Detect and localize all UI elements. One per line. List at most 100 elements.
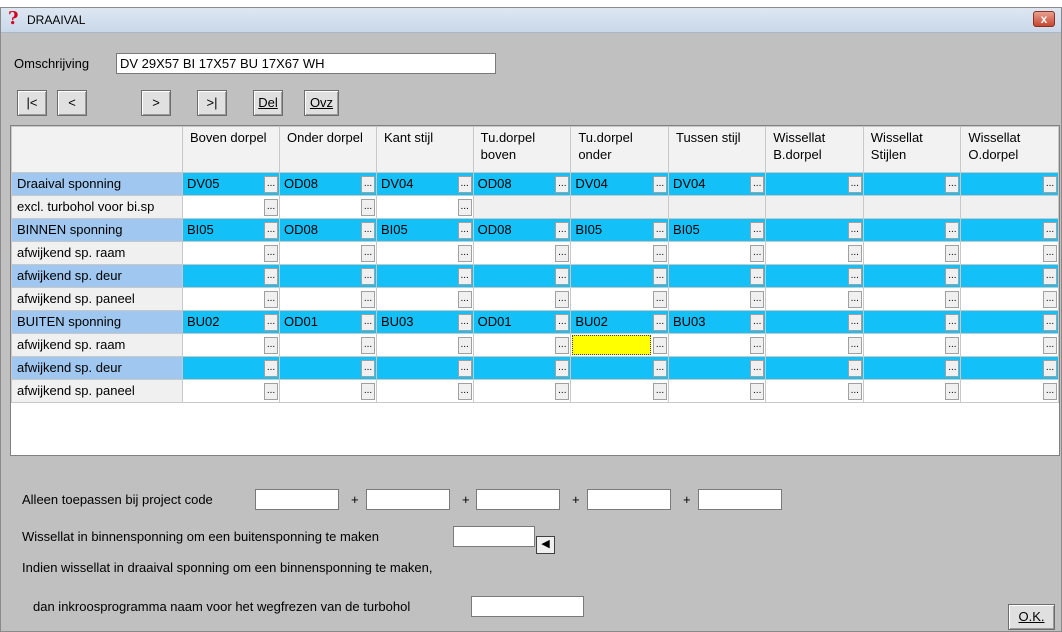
ellipsis-button[interactable]: ... bbox=[945, 268, 960, 285]
grid-cell[interactable]: ... bbox=[667, 379, 767, 403]
grid-cell[interactable] bbox=[960, 195, 1059, 219]
ellipsis-button[interactable]: ... bbox=[263, 291, 278, 308]
grid-cell[interactable]: ... bbox=[960, 379, 1059, 403]
grid-cell[interactable]: ... bbox=[667, 333, 767, 357]
ellipsis-button[interactable]: ... bbox=[555, 245, 570, 262]
ellipsis-button[interactable]: ... bbox=[652, 291, 667, 308]
ellipsis-button[interactable]: ... bbox=[847, 314, 862, 331]
grid-cell[interactable]: ... bbox=[960, 333, 1059, 357]
ellipsis-button[interactable]: ... bbox=[263, 245, 278, 262]
grid-cell[interactable]: ... bbox=[765, 287, 864, 311]
grid-cell[interactable]: ... bbox=[862, 333, 962, 357]
grid-cell[interactable]: OD08... bbox=[472, 218, 572, 242]
grid-cell[interactable]: ... bbox=[862, 241, 962, 265]
project-code-1[interactable] bbox=[255, 489, 339, 510]
ellipsis-button[interactable]: ... bbox=[263, 337, 278, 354]
grid-cell[interactable]: ... bbox=[278, 241, 377, 265]
ellipsis-button[interactable]: ... bbox=[360, 314, 375, 331]
ellipsis-button[interactable]: ... bbox=[652, 314, 667, 331]
grid-cell[interactable]: ... bbox=[960, 356, 1059, 380]
grid-cell[interactable]: ... bbox=[570, 333, 669, 357]
grid-cell[interactable]: ... bbox=[472, 356, 572, 380]
wissellat-binnen-field[interactable] bbox=[453, 526, 535, 547]
grid-cell[interactable]: DV04... bbox=[375, 172, 474, 196]
ok-button[interactable]: O.K. bbox=[1008, 604, 1055, 630]
grid-cell[interactable]: ... bbox=[862, 379, 962, 403]
grid-cell[interactable]: OD08... bbox=[278, 172, 377, 196]
ellipsis-button[interactable]: ... bbox=[847, 360, 862, 377]
arrow-left-icon[interactable]: ◀ bbox=[536, 536, 555, 554]
ellipsis-button[interactable]: ... bbox=[945, 245, 960, 262]
grid-cell[interactable]: ... bbox=[472, 241, 572, 265]
grid-cell[interactable]: ... bbox=[181, 379, 280, 403]
overview-button[interactable]: Ovz bbox=[304, 90, 339, 116]
ellipsis-button[interactable]: ... bbox=[847, 176, 862, 193]
grid-cell[interactable] bbox=[570, 195, 669, 219]
ellipsis-button[interactable]: ... bbox=[750, 314, 765, 331]
grid-cell[interactable]: ... bbox=[862, 264, 962, 288]
ellipsis-button[interactable]: ... bbox=[1043, 314, 1057, 331]
project-code-5[interactable] bbox=[698, 489, 782, 510]
ellipsis-button[interactable]: ... bbox=[555, 337, 570, 354]
grid-cell[interactable]: BU03... bbox=[667, 310, 767, 334]
ellipsis-button[interactable]: ... bbox=[360, 222, 375, 239]
ellipsis-button[interactable]: ... bbox=[750, 337, 765, 354]
inkroos-program-field[interactable] bbox=[471, 596, 584, 617]
grid-cell[interactable]: ... bbox=[181, 241, 280, 265]
ellipsis-button[interactable]: ... bbox=[945, 222, 960, 239]
ellipsis-button[interactable]: ... bbox=[847, 291, 862, 308]
ellipsis-button[interactable]: ... bbox=[652, 383, 667, 400]
ellipsis-button[interactable]: ... bbox=[457, 199, 472, 216]
ellipsis-button[interactable]: ... bbox=[263, 314, 278, 331]
project-code-2[interactable] bbox=[366, 489, 450, 510]
grid-cell[interactable]: ... bbox=[278, 333, 377, 357]
grid-cell[interactable]: BU03... bbox=[375, 310, 474, 334]
grid-cell[interactable]: ... bbox=[375, 356, 474, 380]
grid-cell[interactable]: ... bbox=[375, 195, 474, 219]
first-record-button[interactable]: |< bbox=[17, 90, 47, 116]
ellipsis-button[interactable]: ... bbox=[945, 291, 960, 308]
grid-cell[interactable]: BI05... bbox=[667, 218, 767, 242]
ellipsis-button[interactable]: ... bbox=[652, 360, 667, 377]
ellipsis-button[interactable]: ... bbox=[945, 314, 960, 331]
ellipsis-button[interactable]: ... bbox=[457, 383, 472, 400]
grid-cell[interactable]: ... bbox=[181, 333, 280, 357]
ellipsis-button[interactable]: ... bbox=[360, 176, 375, 193]
grid-cell[interactable]: DV04... bbox=[667, 172, 767, 196]
ellipsis-button[interactable]: ... bbox=[1043, 291, 1057, 308]
grid-cell[interactable]: ... bbox=[862, 172, 962, 196]
ellipsis-button[interactable]: ... bbox=[1043, 245, 1057, 262]
grid-cell[interactable]: ... bbox=[278, 287, 377, 311]
ellipsis-button[interactable]: ... bbox=[1043, 337, 1057, 354]
ellipsis-button[interactable]: ... bbox=[945, 337, 960, 354]
grid-cell[interactable]: DV04... bbox=[570, 172, 669, 196]
grid-cell[interactable]: ... bbox=[960, 264, 1059, 288]
project-code-4[interactable] bbox=[587, 489, 671, 510]
ellipsis-button[interactable]: ... bbox=[555, 291, 570, 308]
ellipsis-button[interactable]: ... bbox=[945, 176, 960, 193]
grid-cell[interactable]: ... bbox=[667, 287, 767, 311]
ellipsis-button[interactable]: ... bbox=[750, 360, 765, 377]
ellipsis-button[interactable]: ... bbox=[360, 199, 375, 216]
ellipsis-button[interactable]: ... bbox=[457, 222, 472, 239]
ellipsis-button[interactable]: ... bbox=[457, 176, 472, 193]
grid-cell[interactable]: ... bbox=[278, 264, 377, 288]
grid-cell[interactable]: ... bbox=[570, 241, 669, 265]
ellipsis-button[interactable]: ... bbox=[457, 268, 472, 285]
ellipsis-button[interactable]: ... bbox=[457, 314, 472, 331]
grid-cell[interactable]: ... bbox=[960, 172, 1059, 196]
ellipsis-button[interactable]: ... bbox=[1043, 268, 1057, 285]
ellipsis-button[interactable]: ... bbox=[1043, 360, 1057, 377]
grid-cell[interactable]: ... bbox=[472, 333, 572, 357]
delete-button[interactable]: Del bbox=[253, 90, 283, 116]
ellipsis-button[interactable]: ... bbox=[360, 360, 375, 377]
ellipsis-button[interactable]: ... bbox=[750, 222, 765, 239]
grid-cell[interactable] bbox=[472, 195, 572, 219]
grid-cell[interactable]: ... bbox=[960, 241, 1059, 265]
grid-cell[interactable]: ... bbox=[375, 379, 474, 403]
grid-cell[interactable]: ... bbox=[862, 287, 962, 311]
ellipsis-button[interactable]: ... bbox=[1043, 176, 1057, 193]
grid-cell[interactable]: OD08... bbox=[472, 172, 572, 196]
ellipsis-button[interactable]: ... bbox=[750, 383, 765, 400]
grid-cell[interactable]: ... bbox=[765, 218, 864, 242]
